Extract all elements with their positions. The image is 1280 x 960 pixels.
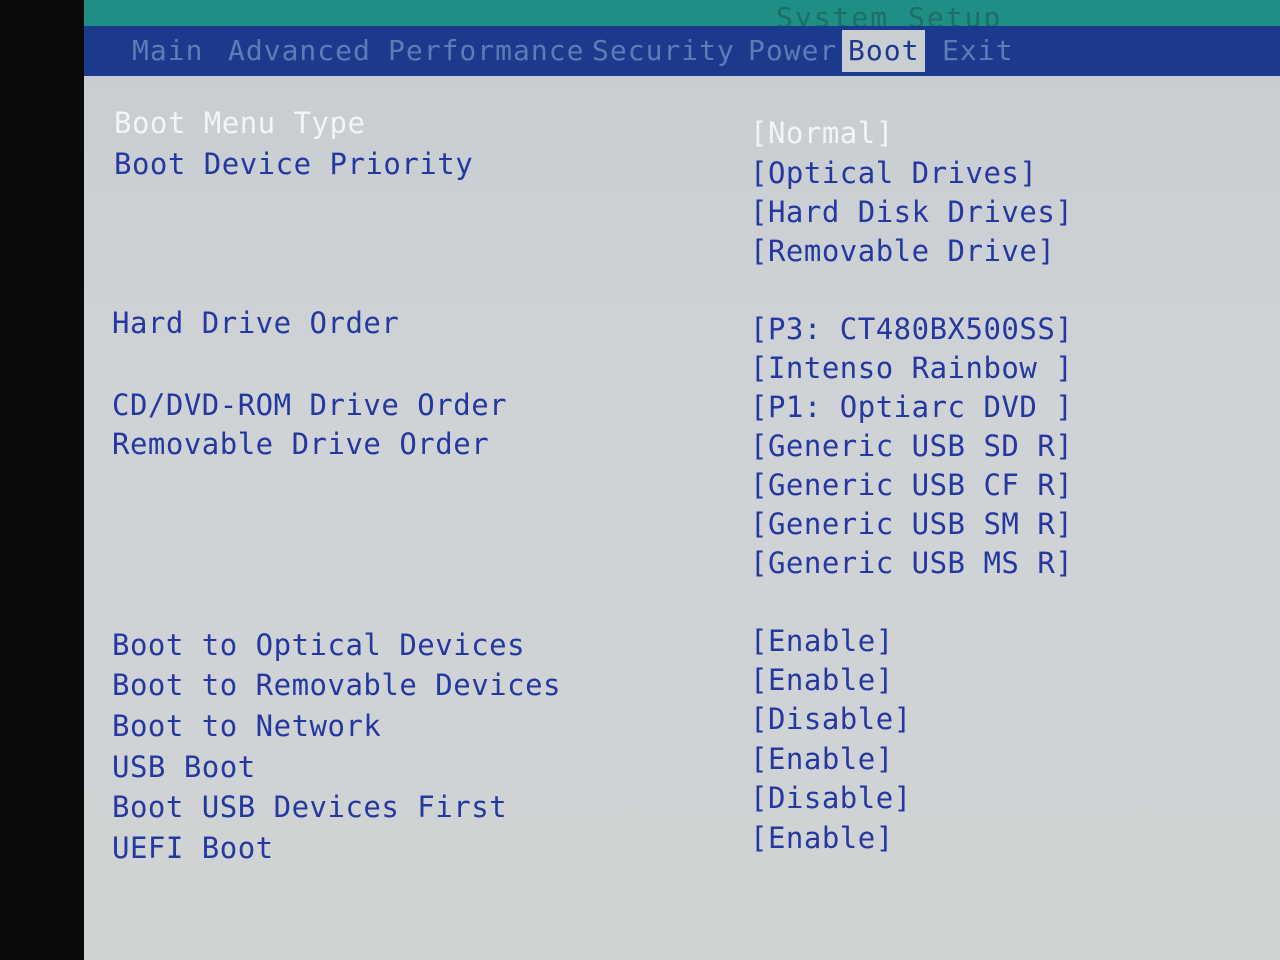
bios-screen: System Setup Main Advanced Performance S… [84, 0, 1280, 960]
boot-menu-type-label: Boot Menu Type [114, 106, 366, 140]
removable-drive-order-4[interactable]: [Generic USB MS R] [750, 544, 1073, 582]
hard-drive-order-2[interactable]: [Intenso Rainbow ] [750, 349, 1073, 387]
tab-boot[interactable]: Boot [842, 30, 926, 72]
boot-to-network-label: Boot to Network [112, 709, 382, 743]
tab-advanced[interactable]: Advanced [222, 30, 377, 72]
tab-main[interactable]: Main [126, 30, 209, 72]
boot-to-optical-value[interactable]: [Enable] [750, 622, 894, 660]
boot-menu-type-value[interactable]: [Normal] [750, 114, 894, 152]
tab-power[interactable]: Power [742, 30, 843, 72]
cd-dvd-drive-order-label: CD/DVD-ROM Drive Order [112, 388, 508, 422]
menu-bar: Main Advanced Performance Security Power… [84, 26, 1280, 76]
boot-usb-devices-first-label: Boot USB Devices First [112, 790, 508, 824]
tab-security[interactable]: Security [586, 30, 741, 72]
boot-to-optical-label: Boot to Optical Devices [112, 628, 526, 662]
removable-drive-order-1[interactable]: [Generic USB SD R] [750, 427, 1073, 465]
boot-device-priority-label: Boot Device Priority [114, 147, 474, 181]
boot-to-removable-value[interactable]: [Enable] [750, 661, 894, 699]
cd-dvd-drive-order-1[interactable]: [P1: Optiarc DVD ] [750, 388, 1073, 426]
removable-drive-order-3[interactable]: [Generic USB SM R] [750, 505, 1073, 543]
hard-drive-order-1[interactable]: [P3: CT480BX500SS] [750, 310, 1073, 348]
uefi-boot-label: UEFI Boot [112, 831, 274, 865]
boot-device-priority-2[interactable]: [Hard Disk Drives] [750, 193, 1073, 231]
tab-exit[interactable]: Exit [936, 30, 1019, 72]
usb-boot-value[interactable]: [Enable] [750, 740, 894, 778]
hard-drive-order-label: Hard Drive Order [112, 306, 400, 340]
removable-drive-order-2[interactable]: [Generic USB CF R] [750, 466, 1073, 504]
usb-boot-label: USB Boot [112, 750, 256, 784]
removable-drive-order-label: Removable Drive Order [112, 427, 490, 461]
boot-device-priority-3[interactable]: [Removable Drive] [750, 232, 1055, 270]
boot-usb-devices-first-value[interactable]: [Disable] [750, 779, 912, 817]
boot-to-removable-label: Boot to Removable Devices [112, 668, 561, 702]
boot-device-priority-1[interactable]: [Optical Drives] [750, 154, 1037, 192]
uefi-boot-value[interactable]: [Enable] [750, 819, 894, 857]
boot-to-network-value[interactable]: [Disable] [750, 700, 912, 738]
title-bar: System Setup [84, 0, 1280, 34]
tab-performance[interactable]: Performance [382, 30, 590, 72]
